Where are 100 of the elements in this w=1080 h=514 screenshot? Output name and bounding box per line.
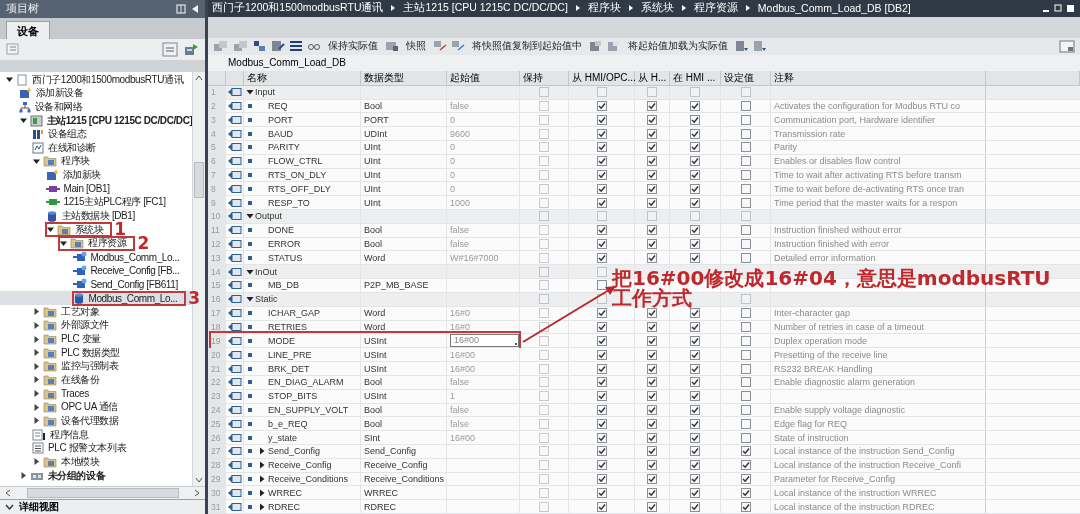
tree-item[interactable]: 主站数据块 [DB1] bbox=[61, 209, 135, 224]
tree-item[interactable]: PLC 报警文本列表 bbox=[48, 441, 127, 456]
row-number: 27 bbox=[208, 445, 226, 458]
tree-item[interactable]: 程序资源 bbox=[88, 236, 127, 251]
data-type: USInt bbox=[364, 349, 387, 360]
tree-item[interactable]: PLC 变量 bbox=[61, 332, 101, 346]
tree-item[interactable]: 程序信息 bbox=[50, 427, 89, 442]
variable-name: PORT bbox=[268, 114, 293, 125]
column-header[interactable]: 名称 bbox=[244, 70, 361, 85]
data-type: Send_Config bbox=[364, 446, 417, 457]
data-type: USInt bbox=[364, 335, 387, 346]
variable-name: Static bbox=[255, 294, 278, 305]
tree-item[interactable]: PLC 数据类型 bbox=[61, 345, 121, 360]
tree-item[interactable]: 在线备份 bbox=[61, 373, 100, 387]
panel-title[interactable]: 详细视图 bbox=[19, 500, 59, 514]
start-value: W#16#7000 bbox=[450, 252, 499, 263]
variable-name: MODE bbox=[268, 335, 295, 346]
variable-name: STATUS bbox=[268, 252, 303, 263]
tree-item[interactable]: 添加新块 bbox=[62, 168, 101, 183]
breadcrumb-item[interactable]: 系统块 bbox=[640, 1, 674, 16]
variable-name: STOP_BITS bbox=[268, 391, 318, 402]
variable-name: MB_DB bbox=[268, 280, 299, 291]
breadcrumb-item[interactable]: Modbus_Comm_Load_DB [DB2] bbox=[757, 2, 911, 15]
tree-item[interactable]: 系统块 bbox=[74, 222, 104, 237]
input-field[interactable]: 16#00 bbox=[450, 334, 519, 348]
comment: Time period that the master waits for a respon bbox=[774, 197, 958, 208]
column-header[interactable]: 设定值 bbox=[721, 70, 771, 85]
tree-item[interactable]: Receive_Config [FB... bbox=[90, 265, 180, 277]
tree-item[interactable]: 设备组态 bbox=[48, 127, 87, 142]
variable-name: Receive_Conditions bbox=[268, 474, 349, 485]
tree-item[interactable]: 西门子1200和1500modbusRTU通讯 bbox=[32, 72, 184, 87]
toolbar-button[interactable]: 将起始值加载为实际值 bbox=[625, 39, 731, 54]
data-type: Word bbox=[364, 252, 386, 263]
start-value: 16#0 bbox=[450, 321, 471, 332]
tree-item[interactable]: Main [OB1] bbox=[63, 183, 110, 195]
tree-item[interactable]: 主站1215 [CPU 1215C DC/DC/DC] bbox=[46, 113, 193, 128]
data-type: PORT bbox=[364, 114, 389, 125]
tree-item[interactable]: 工艺对象 bbox=[61, 304, 100, 319]
toolbar-button[interactable]: 将快照值复制到起始值中 bbox=[469, 39, 585, 54]
tree-item[interactable]: 1215主站PLC程序 [FC1] bbox=[63, 195, 166, 210]
row-number: 4 bbox=[208, 127, 226, 140]
tree-item[interactable]: 添加新设备 bbox=[35, 86, 84, 101]
tree-item[interactable]: 设备代理数据 bbox=[61, 413, 119, 428]
row-number: 26 bbox=[208, 431, 226, 444]
start-value: 0 bbox=[450, 169, 455, 180]
tree-item[interactable]: 在线和诊断 bbox=[48, 140, 96, 155]
tree-item[interactable]: Modbus_Comm_Lo... bbox=[90, 251, 180, 263]
tree-item[interactable]: 程序块 bbox=[61, 154, 90, 169]
tree-item[interactable]: 本地模块 bbox=[61, 454, 100, 469]
data-type: Bool bbox=[364, 404, 382, 415]
start-value: false bbox=[450, 377, 469, 388]
breadcrumb-item[interactable]: 程序资源 bbox=[693, 1, 738, 16]
data-type: UInt bbox=[364, 142, 381, 153]
tree-item[interactable]: 未分组的设备 bbox=[47, 468, 106, 483]
column-header[interactable]: 起始值 bbox=[447, 70, 520, 85]
row-number: 15 bbox=[208, 279, 226, 292]
breadcrumb-item[interactable]: 主站1215 [CPU 1215C DC/DC/DC] bbox=[403, 1, 568, 16]
data-type: SInt bbox=[364, 432, 380, 443]
variable-name: BRK_DET bbox=[268, 363, 310, 374]
column-header[interactable]: 保持 bbox=[520, 70, 569, 85]
variable-name: Input bbox=[255, 87, 276, 98]
column-header[interactable]: 在 HMI ... bbox=[670, 70, 721, 85]
toolbar-button[interactable]: 快照 bbox=[403, 39, 429, 54]
column-header[interactable]: 数据类型 bbox=[361, 70, 447, 85]
data-type: Bool bbox=[364, 100, 382, 111]
variable-name: EN_SUPPLY_VOLT bbox=[268, 404, 349, 415]
row-number: 20 bbox=[208, 348, 226, 362]
start-value: 0 bbox=[450, 142, 455, 153]
tab[interactable]: 设备 bbox=[6, 20, 50, 39]
toolbar-button[interactable]: 保持实际值 bbox=[325, 39, 381, 54]
row-number: 10 bbox=[208, 210, 226, 223]
breadcrumb-item[interactable]: 西门子1200和1500modbusRTU通讯 bbox=[212, 1, 384, 16]
row-number: 25 bbox=[208, 417, 226, 431]
data-type: UDInt bbox=[364, 128, 387, 139]
tree-item[interactable]: OPC UA 通信 bbox=[61, 400, 118, 415]
annotation-number: 1 bbox=[114, 223, 127, 237]
variable-name: ICHAR_GAP bbox=[268, 308, 320, 319]
tree-item[interactable]: 设备和网络 bbox=[34, 99, 83, 114]
comment: Parameter for Receive_Config bbox=[774, 474, 896, 485]
tree-item[interactable]: 外部源文件 bbox=[61, 318, 109, 333]
tree-item[interactable]: 监控与强制表 bbox=[61, 359, 119, 374]
breadcrumb-item[interactable]: 程序块 bbox=[587, 1, 621, 16]
comment: Local instance of the instruction Send_Config bbox=[774, 446, 955, 457]
variable-name: RESP_TO bbox=[268, 197, 310, 208]
variable-name: Receive_Config bbox=[268, 460, 332, 471]
start-value: 0 bbox=[450, 183, 455, 194]
data-type: USInt bbox=[364, 391, 387, 402]
column-header[interactable]: 注释 bbox=[771, 70, 986, 85]
column-header[interactable]: 从 H... bbox=[635, 70, 670, 85]
comment: Detailed error information bbox=[774, 252, 876, 263]
panel-title: 项目树 bbox=[6, 1, 40, 17]
data-type: Bool bbox=[364, 377, 382, 388]
tree-item[interactable]: Send_Config [FB611] bbox=[90, 278, 178, 290]
tree-item[interactable]: Traces bbox=[61, 388, 89, 400]
data-type: P2P_MB_BASE bbox=[364, 280, 429, 291]
comment: Local instance of the instruction RDREC bbox=[774, 501, 935, 512]
data-type: RDREC bbox=[364, 501, 396, 512]
variable-name: RDREC bbox=[268, 501, 300, 512]
column-header[interactable]: 从 HMI/OPC... bbox=[569, 70, 635, 85]
annotation-number: 3 bbox=[188, 291, 201, 305]
